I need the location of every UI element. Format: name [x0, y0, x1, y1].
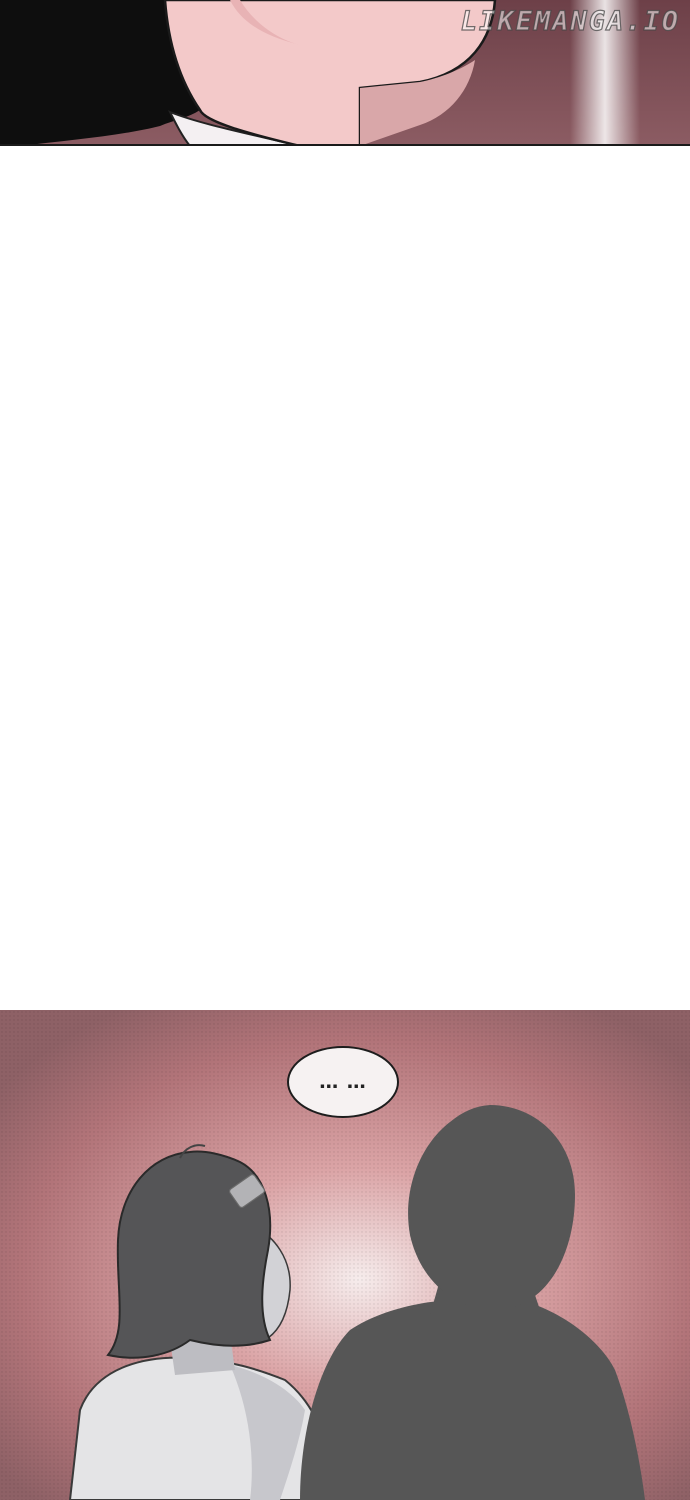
watermark-text: LIKEMANGA.IO: [460, 5, 680, 37]
speech-bubble: … …: [287, 1046, 399, 1118]
top-panel: LIKEMANGA.IO: [0, 0, 690, 146]
panel-gutter: [0, 146, 690, 1010]
bottom-panel: … …: [0, 1010, 690, 1500]
